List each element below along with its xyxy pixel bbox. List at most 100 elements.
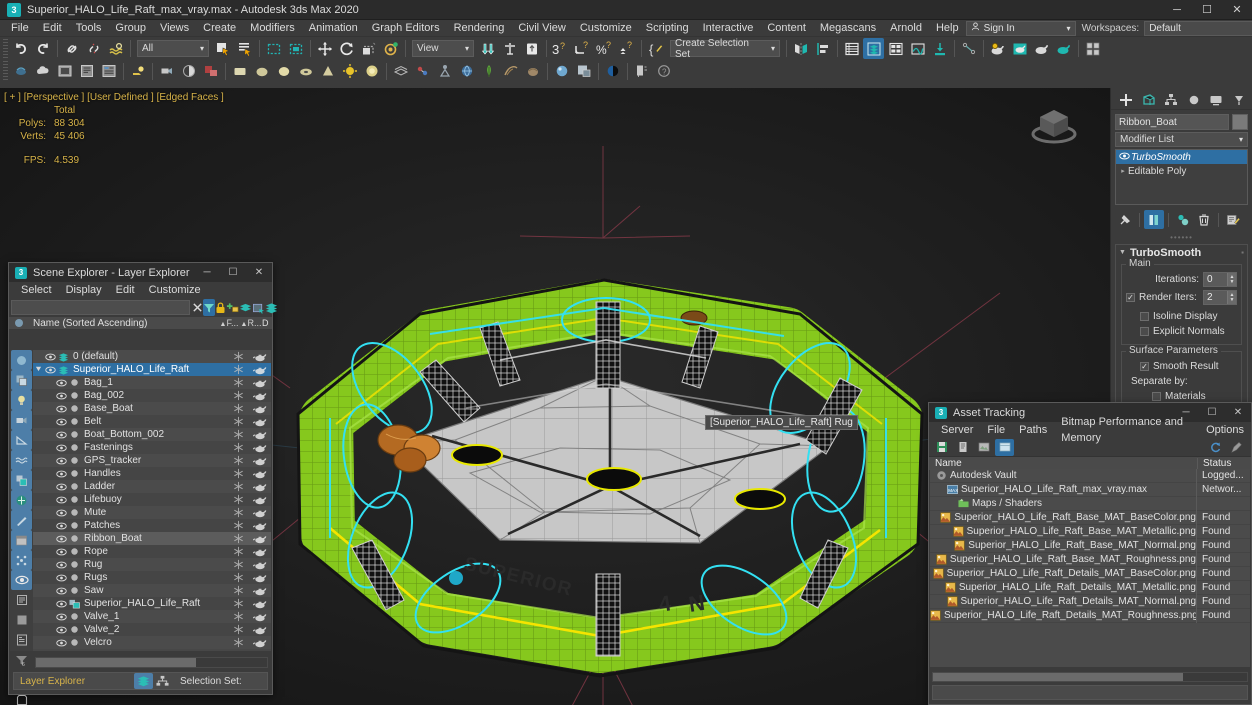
freeze-icon[interactable]: [227, 572, 249, 583]
freeze-icon[interactable]: [227, 390, 249, 401]
eye-icon[interactable]: [55, 639, 68, 647]
renderable-icon[interactable]: [249, 378, 271, 388]
pin-stack-icon[interactable]: [1115, 210, 1135, 229]
menu-item-group[interactable]: Group: [108, 20, 153, 37]
containers-filter-icon[interactable]: [11, 530, 32, 550]
minimize-button[interactable]: ─: [1162, 0, 1192, 20]
scene-explorer-row[interactable]: Handles: [33, 467, 271, 480]
render-iters-checkbox[interactable]: ✓: [1126, 293, 1135, 302]
bind-to-space-warp-icon[interactable]: [105, 38, 126, 59]
percent-snap-toggle-icon[interactable]: %?: [594, 38, 615, 59]
menu-item-create[interactable]: Create: [196, 20, 243, 37]
freeze-icon[interactable]: [227, 533, 249, 544]
close-button[interactable]: ✕: [1225, 403, 1251, 422]
groups-filter-icon[interactable]: [11, 470, 32, 490]
explicit-normals-row[interactable]: Explicit Normals: [1126, 324, 1237, 339]
particle-flow-icon[interactable]: [412, 61, 433, 82]
asset-tracking-row[interactable]: Superior_HALO_Life_Raft_Base_MAT_Roughne…: [930, 552, 1250, 567]
explicit-normals-checkbox[interactable]: [1140, 327, 1149, 336]
iterations-spinner[interactable]: 0 ▲ ▼: [1203, 272, 1237, 287]
asset-tracking-row[interactable]: Superior_HALO_Life_Raft_Base_MAT_Metalli…: [930, 524, 1250, 539]
asset-tracking-row[interactable]: MAX Superior_HALO_Life_Raft_max_vray.max N…: [930, 482, 1250, 497]
tab-display[interactable]: [1205, 90, 1228, 109]
search-input[interactable]: [11, 300, 190, 315]
modifier-stack-item-turbosmooth[interactable]: TurboSmooth: [1116, 150, 1247, 164]
select-invert-icon[interactable]: [11, 370, 32, 390]
scene-explorer-row[interactable]: Valve_2: [33, 623, 271, 636]
renderable-icon[interactable]: [249, 586, 271, 596]
arnold-sphere-icon[interactable]: [551, 61, 572, 82]
freeze-icon[interactable]: [227, 377, 249, 388]
select-object-icon[interactable]: [212, 38, 233, 59]
renderable-icon[interactable]: [249, 469, 271, 479]
lock-icon[interactable]: [215, 299, 226, 316]
minimize-button[interactable]: ─: [194, 263, 220, 282]
sign-in-dropdown[interactable]: Sign In ▾: [965, 20, 1076, 36]
clear-search-icon[interactable]: [192, 299, 203, 316]
select-and-move-icon[interactable]: [314, 38, 335, 59]
freeze-icon[interactable]: [227, 546, 249, 557]
se-menu-edit[interactable]: Edit: [109, 282, 142, 298]
freeze-icon[interactable]: [227, 481, 249, 492]
remove-modifier-icon[interactable]: [1194, 210, 1214, 229]
tab-create[interactable]: [1115, 90, 1138, 109]
freeze-icon[interactable]: [227, 559, 249, 570]
select-all-icon[interactable]: [11, 350, 32, 370]
view-cube-icon[interactable]: [1026, 100, 1082, 150]
menu-item-tools[interactable]: Tools: [69, 20, 109, 37]
scene-explorer-row[interactable]: Mute: [33, 506, 271, 519]
column-name-header[interactable]: Name: [929, 458, 1198, 469]
column-render-header[interactable]: ▲R...: [240, 318, 262, 328]
path-edit-icon[interactable]: [1227, 439, 1246, 456]
area-light-icon[interactable]: [361, 61, 382, 82]
renderable-icon[interactable]: [249, 508, 271, 518]
isoline-display-row[interactable]: Isoline Display: [1126, 309, 1237, 324]
cameras-filter-icon[interactable]: [11, 410, 32, 430]
scene-explorer-row[interactable]: Fastenings: [33, 441, 271, 454]
rollout-pin-icon[interactable]: ▪: [1241, 248, 1244, 257]
column-status-header[interactable]: Status: [1198, 458, 1251, 469]
properties-icon[interactable]: [11, 630, 32, 650]
refresh-icon[interactable]: [1206, 439, 1225, 456]
renderable-icon[interactable]: [249, 625, 271, 635]
eye-icon[interactable]: [55, 418, 68, 426]
asset-tracking-row[interactable]: Superior_HALO_Life_Raft_Details_MAT_Meta…: [930, 580, 1250, 595]
eye-icon[interactable]: [55, 405, 68, 413]
make-unique-icon[interactable]: [1173, 210, 1193, 229]
scene-explorer-row[interactable]: Rope: [33, 545, 271, 558]
configure-modifier-sets-icon[interactable]: [1223, 210, 1243, 229]
material-editor-icon[interactable]: [987, 38, 1008, 59]
column-name-header[interactable]: Name (Sorted Ascending): [29, 318, 218, 329]
menu-item-edit[interactable]: Edit: [36, 20, 69, 37]
eye-icon[interactable]: [55, 535, 68, 543]
object-name-field[interactable]: Ribbon_Boat: [1115, 114, 1229, 130]
visibility-filter-icon[interactable]: [11, 570, 32, 590]
vray-sun-icon[interactable]: [178, 61, 199, 82]
sphere-primitive-icon[interactable]: [251, 61, 272, 82]
eye-icon[interactable]: [55, 457, 68, 465]
scene-explorer-row[interactable]: Bag_002: [33, 389, 271, 402]
freeze-icon[interactable]: [227, 637, 249, 648]
menu-item-scripting[interactable]: Scripting: [639, 20, 696, 37]
renderable-icon[interactable]: [249, 573, 271, 583]
scene-explorer-row[interactable]: Velcro: [33, 636, 271, 649]
window-crossing-toggle-icon[interactable]: [285, 38, 306, 59]
menu-item-file[interactable]: File: [4, 20, 36, 37]
freeze-icon[interactable]: [227, 403, 249, 414]
modifier-list-dropdown[interactable]: Modifier List ▾: [1115, 132, 1248, 147]
layer-explorer-mode-icon[interactable]: [134, 673, 153, 689]
tab-hierarchy[interactable]: [1160, 90, 1183, 109]
scene-explorer-row[interactable]: 0 (default): [33, 350, 271, 363]
eye-icon[interactable]: [1118, 152, 1131, 162]
maximize-button[interactable]: ☐: [1192, 0, 1222, 20]
vray-camera-icon[interactable]: [156, 61, 177, 82]
toolbar-grip[interactable]: [3, 38, 8, 59]
eye-icon[interactable]: [55, 392, 68, 400]
column-extra-header[interactable]: D: [262, 318, 272, 328]
eye-icon[interactable]: [55, 431, 68, 439]
at-menu-file[interactable]: File: [980, 422, 1012, 438]
at-menu-server[interactable]: Server: [934, 422, 980, 438]
eye-icon[interactable]: [55, 496, 68, 504]
box-primitive-icon[interactable]: [229, 61, 250, 82]
modifier-stack[interactable]: TurboSmooth ▸ Editable Poly: [1115, 149, 1248, 205]
